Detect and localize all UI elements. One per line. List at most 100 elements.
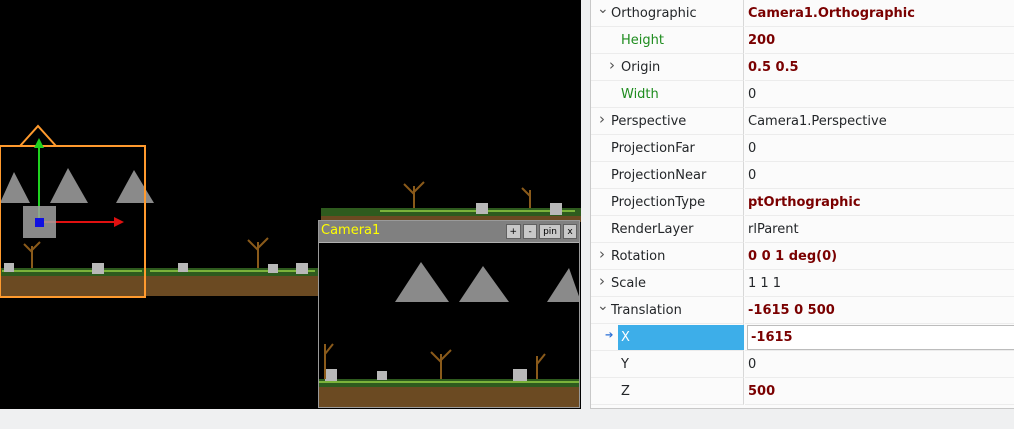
property-value-cell[interactable]: 0: [745, 81, 1014, 108]
status-strip: [0, 409, 1014, 429]
property-row-projectionnear[interactable]: ProjectionNear 0: [591, 162, 1014, 189]
camera-preview-title: Camera1: [321, 223, 381, 238]
property-value-cell[interactable]: ptOrthographic: [745, 189, 1014, 216]
mountain-3: [116, 170, 154, 203]
property-name: ProjectionNear: [611, 168, 707, 183]
property-name: ProjectionFar: [611, 141, 695, 156]
property-row-origin[interactable]: › Origin 0.5 0.5: [591, 54, 1014, 81]
chevron-down-icon[interactable]: ⌄: [597, 299, 609, 313]
property-value-cell[interactable]: Camera1.Perspective: [745, 108, 1014, 135]
property-value-cell[interactable]: 0: [745, 135, 1014, 162]
property-name: Rotation: [611, 249, 666, 264]
property-value: 0: [748, 168, 757, 183]
property-name-cell[interactable]: ProjectionType: [591, 189, 744, 216]
property-value: 0: [748, 141, 757, 156]
property-row-renderlayer[interactable]: RenderLayer rlParent: [591, 216, 1014, 243]
property-name: X: [621, 330, 630, 345]
property-name-cell[interactable]: › Rotation: [591, 243, 744, 270]
chevron-down-icon[interactable]: ⌄: [597, 2, 609, 16]
property-row-z[interactable]: Z 500: [591, 378, 1014, 405]
property-name-cell[interactable]: › Scale: [591, 270, 744, 297]
camera-preview-window[interactable]: Camera1 + - pin x: [318, 220, 580, 408]
property-row-translation[interactable]: ⌄ Translation -1615 0 500: [591, 297, 1014, 324]
preview-grass-texture: [319, 381, 579, 383]
property-value: 1 1 1: [748, 276, 782, 291]
camera-preview-titlebar[interactable]: Camera1 + - pin x: [319, 221, 579, 243]
property-value: 200: [748, 33, 776, 48]
property-name-cell[interactable]: › Perspective: [591, 108, 744, 135]
z-axis-handle[interactable]: [35, 218, 44, 227]
y-axis-arrow-icon[interactable]: [34, 138, 44, 148]
property-name: Z: [621, 384, 630, 399]
property-inspector[interactable]: ⌄ Orthographic Camera1.Orthographic Height 2…: [590, 0, 1014, 409]
preview-mountain-3: [547, 268, 579, 302]
property-name: Translation: [611, 303, 682, 318]
property-name-cell[interactable]: RenderLayer: [591, 216, 744, 243]
property-name-cell[interactable]: ProjectionFar: [591, 135, 744, 162]
property-row-width[interactable]: Width 0: [591, 81, 1014, 108]
property-name-cell[interactable]: ProjectionNear: [591, 162, 744, 189]
preview-mountain-1: [395, 262, 449, 302]
property-value-cell[interactable]: 0: [745, 351, 1014, 378]
property-value: -1615 0 500: [748, 303, 835, 318]
property-value: rlParent: [748, 222, 799, 237]
panel-splitter[interactable]: [581, 0, 590, 409]
property-row-rotation[interactable]: › Rotation 0 0 1 deg(0): [591, 243, 1014, 270]
property-value-cell[interactable]: Camera1.Orthographic: [745, 0, 1014, 27]
property-value-cell[interactable]: 200: [745, 27, 1014, 54]
property-name: Perspective: [611, 114, 687, 129]
property-value-cell[interactable]: -1615: [745, 324, 1014, 351]
property-row-projectionfar[interactable]: ProjectionFar 0: [591, 135, 1014, 162]
property-name: Orthographic: [611, 6, 697, 21]
property-value-cell[interactable]: 0.5 0.5: [745, 54, 1014, 81]
property-value-editor[interactable]: -1615: [747, 325, 1014, 350]
property-value-cell[interactable]: rlParent: [745, 216, 1014, 243]
property-row-projectiontype[interactable]: ProjectionType ptOrthographic: [591, 189, 1014, 216]
property-name: Height: [621, 33, 664, 48]
property-row-x[interactable]: ➔ X -1615: [591, 324, 1014, 351]
property-name-cell[interactable]: ⌄ Orthographic: [591, 0, 744, 27]
property-name-cell[interactable]: Z: [591, 378, 744, 405]
current-row-arrow-icon: ➔: [605, 330, 614, 341]
property-value[interactable]: -1615: [751, 330, 793, 345]
property-value-cell[interactable]: -1615 0 500: [745, 297, 1014, 324]
property-value: ptOrthographic: [748, 195, 861, 210]
property-name-cell[interactable]: ⌄ Translation: [591, 297, 744, 324]
chevron-right-icon[interactable]: ›: [597, 247, 607, 262]
property-value: Camera1.Perspective: [748, 114, 887, 129]
property-value-cell[interactable]: 0: [745, 162, 1014, 189]
preview-zoom-out-button[interactable]: -: [523, 224, 538, 239]
property-value-cell[interactable]: 0 0 1 deg(0): [745, 243, 1014, 270]
property-name-cell[interactable]: Width: [591, 81, 744, 108]
property-row-y[interactable]: Y0: [591, 351, 1014, 378]
property-name: Origin: [621, 60, 661, 75]
preview-dirt: [319, 387, 579, 407]
property-name: RenderLayer: [611, 222, 694, 237]
property-row-perspective[interactable]: › Perspective Camera1.Perspective: [591, 108, 1014, 135]
property-name-cell[interactable]: › Origin: [591, 54, 744, 81]
property-name: Scale: [611, 276, 646, 291]
preview-close-button[interactable]: x: [563, 224, 577, 239]
property-value-cell[interactable]: 500: [745, 378, 1014, 405]
preview-zoom-in-button[interactable]: +: [505, 224, 522, 239]
selection-highlight: [618, 325, 744, 350]
dirt-strip-2: [146, 276, 321, 296]
dirt-strip: [0, 276, 146, 296]
property-name-cell[interactable]: Height: [591, 27, 744, 54]
property-name-cell[interactable]: Y: [591, 351, 744, 378]
chevron-right-icon[interactable]: ›: [597, 274, 607, 289]
preview-pin-button[interactable]: pin: [539, 224, 561, 239]
property-row-scale[interactable]: › Scale 1 1 1: [591, 270, 1014, 297]
preview-mountain-2: [459, 266, 509, 302]
property-name-cell[interactable]: ➔ X: [591, 324, 744, 351]
property-row-orthographic[interactable]: ⌄ Orthographic Camera1.Orthographic: [591, 0, 1014, 27]
chevron-right-icon[interactable]: ›: [597, 112, 607, 127]
property-value: 500: [748, 384, 776, 399]
property-row-height[interactable]: Height 200: [591, 27, 1014, 54]
scene-viewport[interactable]: Camera1 + - pin x: [0, 0, 581, 409]
x-axis-arrow-icon[interactable]: [114, 217, 124, 227]
property-name: Width: [621, 87, 659, 102]
preview-trees: [324, 343, 546, 379]
property-value-cell[interactable]: 1 1 1: [745, 270, 1014, 297]
chevron-right-icon[interactable]: ›: [607, 58, 617, 73]
